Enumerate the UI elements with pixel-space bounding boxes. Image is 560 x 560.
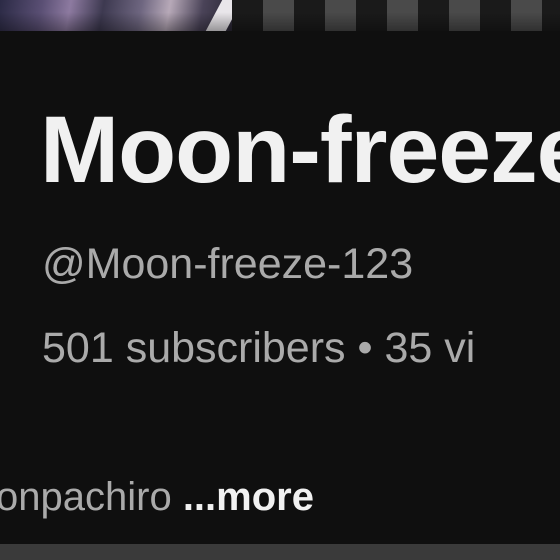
more-button[interactable]: ...more (183, 475, 314, 519)
channel-banner (0, 0, 560, 31)
channel-stats: 501 subscribers • 35 vi (42, 324, 476, 372)
channel-handle: @Moon-freeze-123 (42, 240, 414, 288)
channel-header: Moon-freeze @Moon-freeze-123 501 subscri… (0, 31, 560, 544)
banner-shade (0, 0, 560, 31)
bottom-divider (0, 544, 560, 560)
description-text: onpachiro (0, 475, 172, 519)
channel-description[interactable]: onpachiro ...more (0, 467, 314, 527)
channel-name: Moon-freeze (40, 97, 560, 203)
